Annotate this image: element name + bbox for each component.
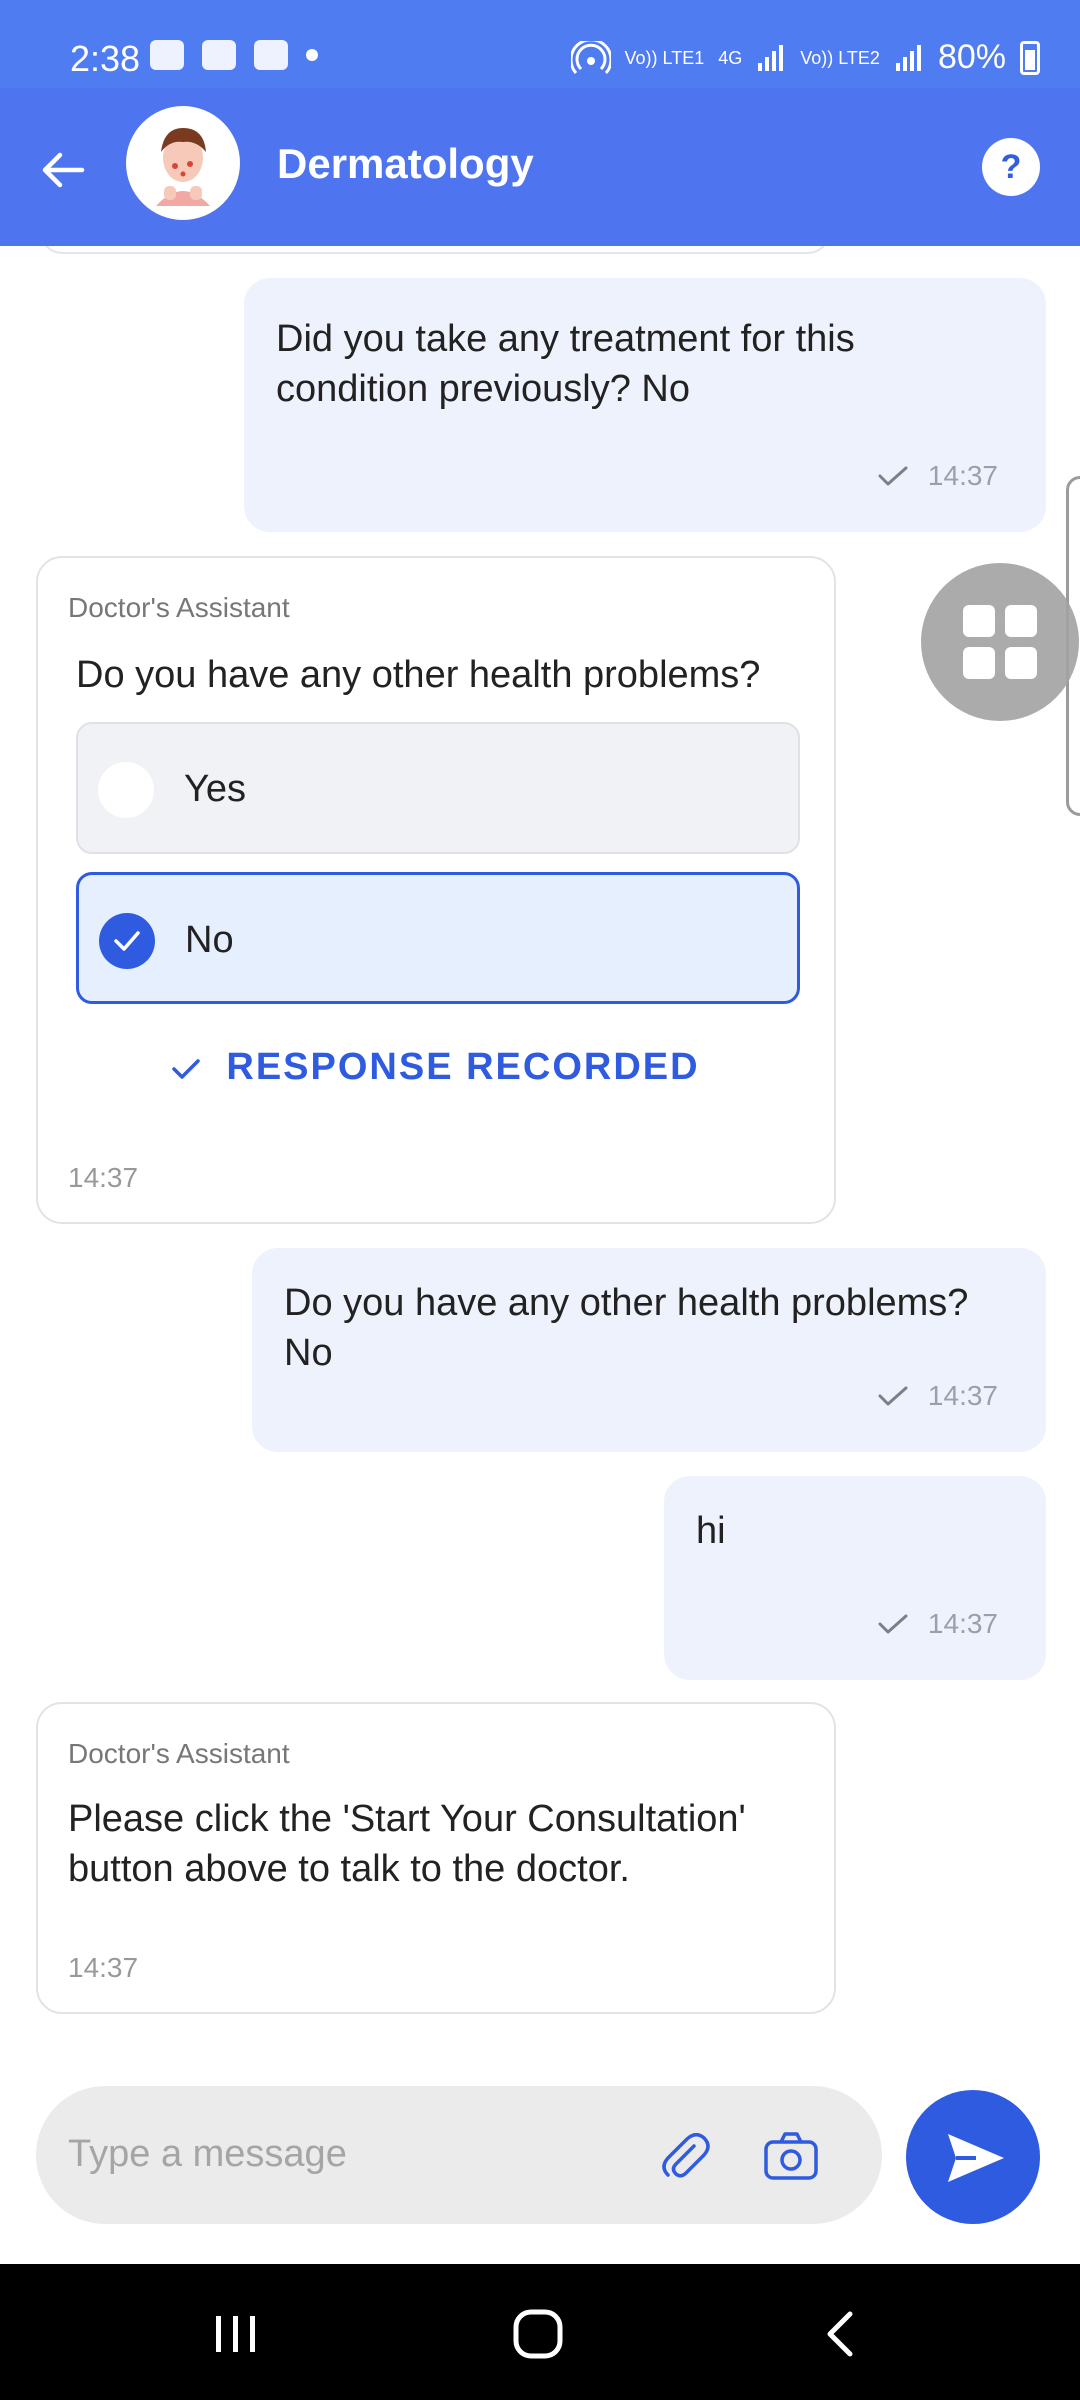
chat-thread[interactable]: Did you take any treatment for this cond… [0,246,1080,2086]
radio-unchecked-icon[interactable] [98,762,154,818]
grid-icon [963,605,1037,679]
message-meta: 14:37 [878,1380,998,1412]
option-label: No [185,919,234,961]
notification-icons [150,40,318,70]
recent-apps-icon[interactable] [212,2314,260,2354]
more-notifications-icon [306,49,318,61]
check-icon [114,931,140,951]
attach-icon[interactable] [654,2126,712,2184]
sender-name: Doctor's Assistant [68,592,290,623]
signal-icon [758,44,784,71]
message-time: 14:37 [927,460,998,491]
camera-icon[interactable] [762,2126,820,2184]
message-time: 14:37 [927,1608,998,1639]
message-time: 14:37 [68,1952,139,1983]
app-header: Dermatology ? [0,88,1080,246]
outgoing-message: hi 14:37 [664,1476,1046,1680]
system-back-icon[interactable] [822,2310,858,2358]
assistant-message-card: Doctor's Assistant Please click the 'Sta… [36,1702,836,2014]
send-icon [948,2134,1004,2182]
status-bar: 2:38 Vo)) LTE1 4G Vo)) LTE2 80% [0,0,1080,88]
doctor-avatar [126,106,240,220]
response-recorded-status: RESPONSE RECORDED [38,1046,834,1089]
hotspot-icon [570,40,611,74]
sent-check-icon [878,1614,908,1634]
outgoing-message: Do you have any other health problems? N… [252,1248,1046,1452]
message-time: 14:37 [927,1380,998,1411]
menu-fab-button[interactable] [921,563,1079,721]
sim2-network-label: Vo)) LTE2 [800,47,880,68]
home-icon[interactable] [512,2308,564,2360]
signal-2-icon [895,44,921,71]
sender-name: Doctor's Assistant [68,1738,290,1769]
response-recorded-label: RESPONSE RECORDED [226,1046,700,1088]
composer [0,2086,1080,2264]
sent-check-icon [878,1386,908,1406]
status-time: 2:38 [70,38,141,79]
message-time: 14:37 [68,1162,139,1193]
system-navigation-bar [0,2264,1080,2400]
send-button[interactable] [906,2090,1040,2224]
message-meta: 14:37 [878,460,998,492]
message-text: hi [696,1510,726,1552]
system-icons: Vo)) LTE1 4G Vo)) LTE2 80% [570,38,1040,77]
assistant-question-card: Doctor's Assistant Do you have any other… [36,556,836,1224]
option-no[interactable]: No [76,872,800,1004]
message-input[interactable] [68,2124,628,2184]
outgoing-message: Did you take any treatment for this cond… [244,278,1046,532]
message-meta: 14:37 [878,1608,998,1640]
help-button[interactable]: ? [982,138,1040,196]
previous-message-edge [40,246,830,254]
battery-percent: 80% [937,38,1006,76]
dermatology-avatar-icon [156,128,210,206]
paytm-notification-icon [254,40,288,70]
message-input-container [36,2086,882,2224]
back-arrow-icon[interactable] [38,145,88,195]
mobile-data-label: 4G [718,47,743,68]
battery-icon [1020,40,1040,75]
message-text: Did you take any treatment for this cond… [276,318,855,410]
page-title: Dermatology [277,140,534,187]
app-notification-icon [150,40,184,70]
message-text: Please click the 'Start Your Consultatio… [68,1798,746,1890]
message-notification-icon [202,40,236,70]
sim1-network-label: Vo)) LTE1 [624,47,705,68]
message-text: Do you have any other health problems? N… [284,1282,969,1374]
question-text: Do you have any other health problems? [76,654,761,696]
radio-checked-icon[interactable] [99,913,155,969]
recorded-check-icon [172,1059,201,1079]
sent-check-icon [878,466,908,486]
option-yes[interactable]: Yes [76,722,800,854]
option-label: Yes [184,768,246,810]
